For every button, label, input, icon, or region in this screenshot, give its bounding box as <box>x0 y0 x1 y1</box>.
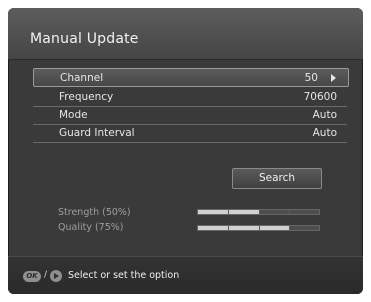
bar-tick <box>228 226 229 230</box>
title-bar: Manual Update <box>8 8 363 60</box>
channel-row[interactable]: Channel 50 <box>33 68 349 87</box>
bar-tick <box>228 210 229 214</box>
right-key-icon <box>50 270 62 282</box>
frequency-label: Frequency <box>59 91 114 103</box>
ok-key-icon: OK <box>23 271 41 282</box>
bar-tick <box>289 210 290 214</box>
right-arrow-icon[interactable] <box>331 74 336 82</box>
bar-tick <box>289 226 290 230</box>
manual-update-dialog: Manual Update Channel 50 Frequency 70600… <box>8 8 363 294</box>
guard-interval-label: Guard Interval <box>59 127 135 139</box>
key-separator: / <box>44 270 48 280</box>
bar-tick <box>259 226 260 230</box>
quality-bar <box>197 225 320 231</box>
channel-label: Channel <box>60 72 104 84</box>
frequency-value: 70600 <box>303 91 337 103</box>
footer-hint: Select or set the option <box>68 270 180 281</box>
guard-interval-value: Auto <box>312 127 337 139</box>
footer-help-bar: OK / Select or set the option <box>8 256 363 294</box>
mode-value: Auto <box>312 109 337 121</box>
dialog-title: Manual Update <box>30 31 139 47</box>
channel-value: 50 <box>304 72 318 84</box>
guard-interval-row[interactable]: Guard Interval Auto <box>33 124 347 143</box>
strength-label: Strength (50%) <box>58 207 131 218</box>
quality-label: Quality (75%) <box>58 222 124 233</box>
quality-bar-fill <box>198 226 289 230</box>
mode-label: Mode <box>59 109 88 121</box>
mode-row[interactable]: Mode Auto <box>33 106 347 125</box>
bar-tick <box>259 210 260 214</box>
strength-bar <box>197 209 320 215</box>
search-button[interactable]: Search <box>232 168 322 189</box>
frequency-row[interactable]: Frequency 70600 <box>33 88 347 107</box>
